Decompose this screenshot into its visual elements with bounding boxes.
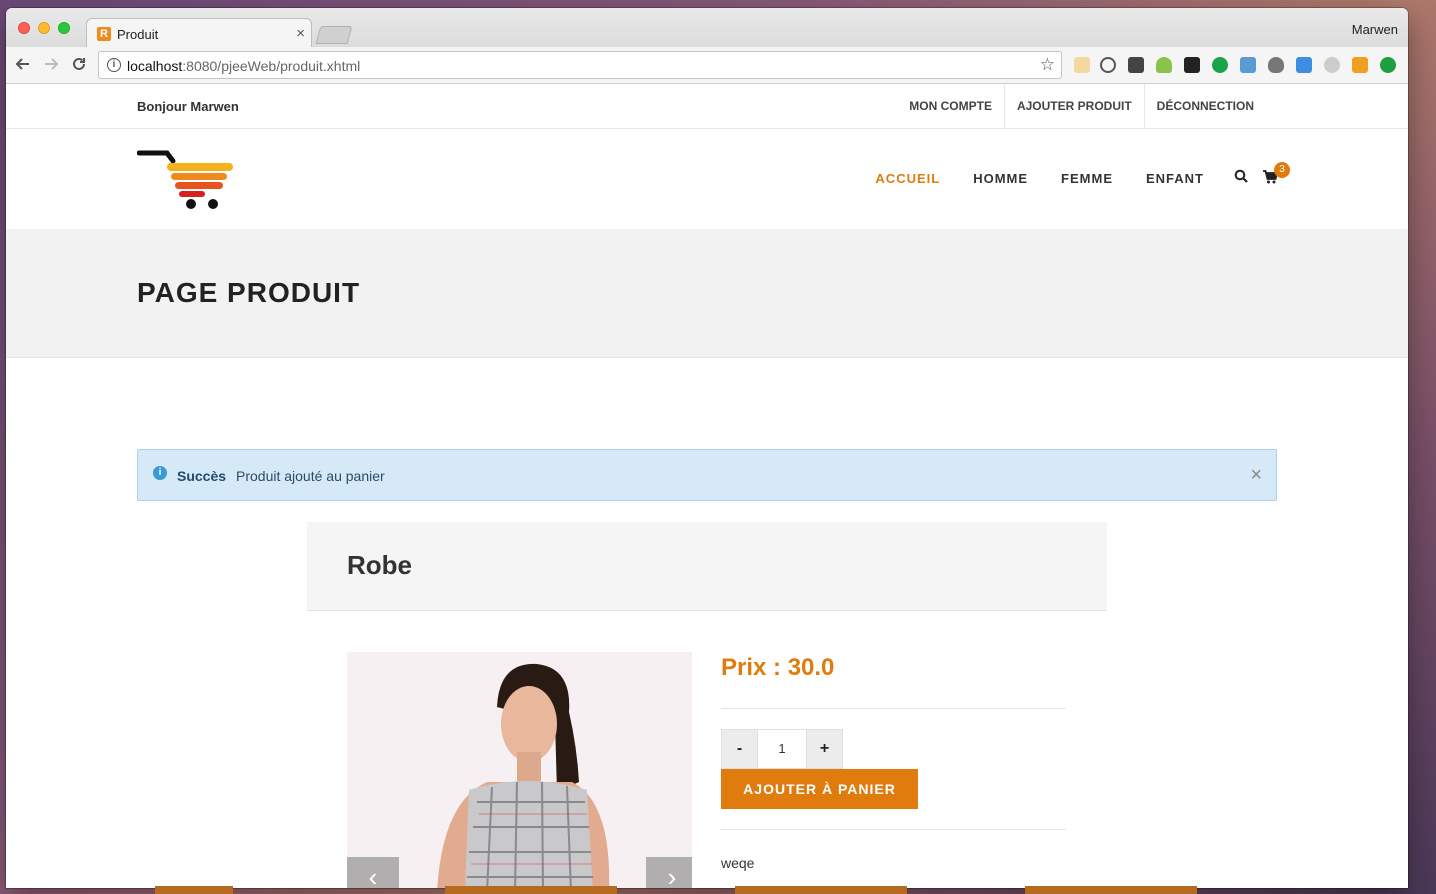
tampermonkey-extension-icon[interactable]	[1184, 57, 1200, 73]
product-header: Robe	[307, 522, 1107, 611]
product-photo	[347, 652, 692, 888]
url-host: localhost	[127, 58, 183, 74]
android-extension-icon[interactable]	[1156, 57, 1172, 73]
background-tag	[155, 886, 233, 894]
alert-close-icon[interactable]: ×	[1250, 464, 1262, 487]
background-tag	[1025, 886, 1197, 894]
cart-logo[interactable]	[137, 147, 237, 211]
browser-toolbar: i localhost:8080/pjeeWeb/produit.xhtml ☆	[6, 47, 1408, 84]
greeting-text: Bonjour Marwen	[137, 99, 239, 114]
success-alert: i Succès Produit ajouté au panier ×	[137, 449, 1277, 501]
quantity-stepper: - 1 +	[721, 729, 843, 769]
upload-extension-icon[interactable]	[1380, 57, 1396, 73]
product-name: Robe	[347, 550, 412, 580]
info-circle-icon: i	[153, 466, 167, 480]
divider	[721, 708, 1066, 709]
quantity-increase-button[interactable]: +	[806, 729, 843, 769]
ajouter-produit-link[interactable]: AJOUTER PRODUIT	[1003, 84, 1144, 129]
green-circle-extension-icon[interactable]	[1212, 57, 1228, 73]
top-bar: Bonjour Marwen MON COMPTE AJOUTER PRODUI…	[6, 84, 1408, 129]
nav-enfant[interactable]: ENFANT	[1146, 171, 1204, 186]
forward-arrow-icon[interactable]	[42, 55, 60, 76]
bookmark-star-icon[interactable]: ☆	[1040, 55, 1055, 75]
orange-extension-icon[interactable]	[1352, 57, 1368, 73]
quantity-input[interactable]: 1	[758, 729, 806, 769]
tab-strip: R Produit × Marwen	[6, 8, 1408, 48]
java-extension-icon[interactable]	[1074, 57, 1090, 73]
product-price: Prix : 30.0	[721, 654, 835, 681]
deconnection-link[interactable]: DÉCONNECTION	[1143, 84, 1266, 129]
url-text[interactable]: localhost:8080/pjeeWeb/produit.xhtml	[127, 58, 360, 74]
carousel-prev-arrow-icon[interactable]: ‹	[347, 857, 399, 888]
page-banner: PAGE PRODUIT	[6, 229, 1408, 358]
nav-femme[interactable]: FEMME	[1061, 171, 1113, 186]
main-nav: ACCUEIL HOMME FEMME ENFANT	[875, 171, 1204, 186]
feedly-extension-icon[interactable]	[1296, 57, 1312, 73]
nav-accueil[interactable]: ACCUEIL	[875, 171, 940, 186]
background-page-strip	[0, 886, 1436, 894]
grey-extension-icon[interactable]	[1324, 57, 1340, 73]
quantity-decrease-button[interactable]: -	[721, 729, 758, 769]
product-image-carousel[interactable]: ‹ ›	[347, 652, 692, 888]
page-title: PAGE PRODUIT	[137, 277, 361, 308]
alert-title: Succès	[177, 468, 227, 484]
account-nav: MON COMPTE AJOUTER PRODUIT DÉCONNECTION	[897, 84, 1266, 129]
mon-compte-link[interactable]: MON COMPTE	[897, 84, 1004, 129]
product-description: weqe	[721, 855, 755, 871]
background-tag	[445, 886, 617, 894]
onepassword-extension-icon[interactable]	[1100, 57, 1116, 73]
divider	[721, 829, 1066, 830]
window-close-button[interactable]	[18, 22, 30, 34]
new-tab-button[interactable]	[315, 26, 353, 44]
browser-tab[interactable]: R Produit ×	[86, 18, 312, 48]
pocket-extension-icon[interactable]	[1128, 57, 1144, 73]
blue-badge-extension-icon[interactable]	[1240, 57, 1256, 73]
tab-title: Produit	[117, 27, 159, 42]
reload-icon[interactable]	[70, 55, 88, 76]
cart-count-badge: 3	[1274, 162, 1290, 178]
info-icon[interactable]: i	[107, 58, 121, 72]
web-page: Bonjour Marwen MON COMPTE AJOUTER PRODUI…	[6, 84, 1408, 888]
carousel-next-arrow-icon[interactable]: ›	[646, 857, 692, 888]
window-maximize-button[interactable]	[58, 22, 70, 34]
window-minimize-button[interactable]	[38, 22, 50, 34]
tab-close-icon[interactable]: ×	[296, 25, 305, 42]
shield-extension-icon[interactable]	[1268, 57, 1284, 73]
favicon-icon: R	[97, 27, 111, 41]
background-tag	[735, 886, 907, 894]
browser-window: R Produit × Marwen i localhost:8080/pjee…	[6, 8, 1408, 888]
nav-homme[interactable]: HOMME	[973, 171, 1028, 186]
profile-name[interactable]: Marwen	[1352, 22, 1398, 37]
site-header: ACCUEIL HOMME FEMME ENFANT 3	[6, 129, 1408, 229]
alert-message: Produit ajouté au panier	[236, 468, 385, 484]
add-to-cart-button[interactable]: AJOUTER À PANIER	[721, 769, 918, 809]
search-icon[interactable]	[1234, 169, 1248, 183]
address-bar[interactable]: i localhost:8080/pjeeWeb/produit.xhtml ☆	[98, 51, 1062, 79]
back-arrow-icon[interactable]	[14, 55, 32, 76]
url-path: :8080/pjeeWeb/produit.xhtml	[182, 58, 361, 74]
